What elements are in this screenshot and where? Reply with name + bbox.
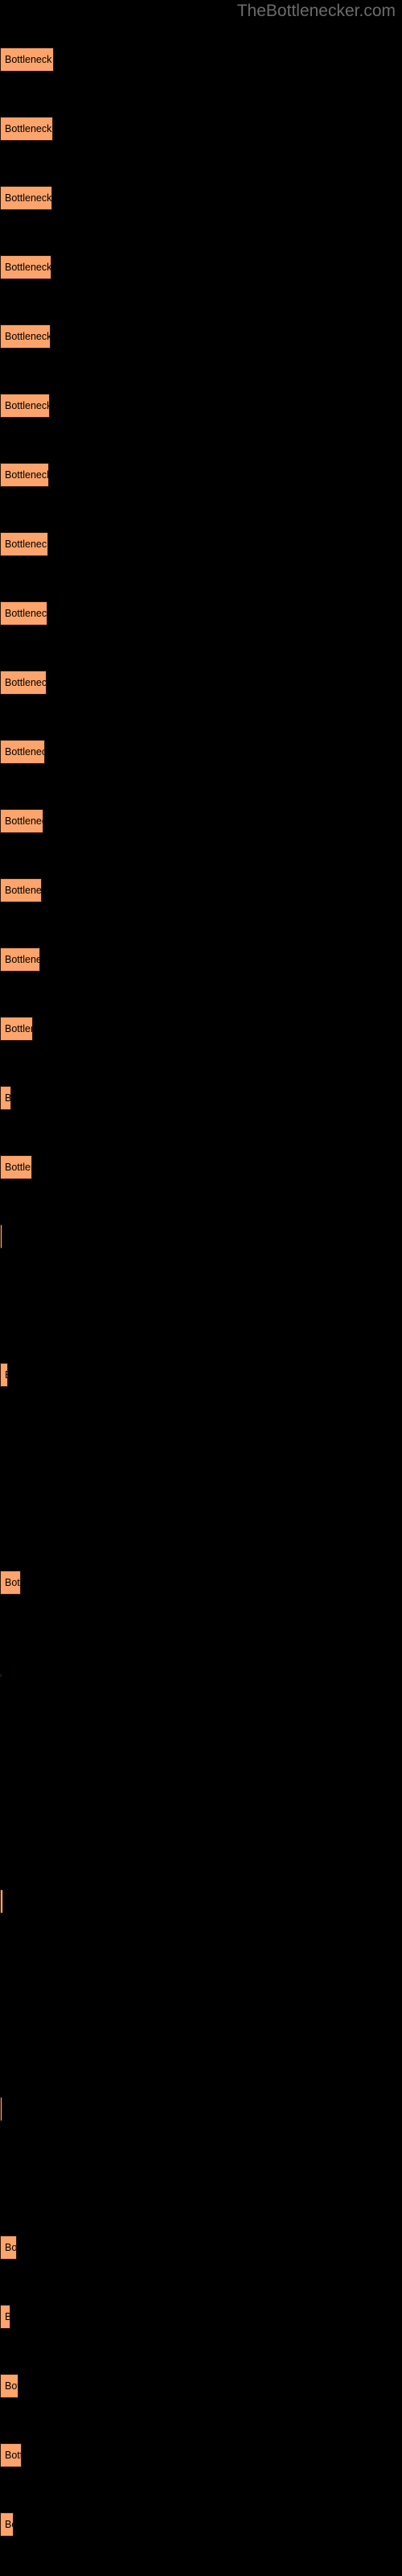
bar-17 (0, 1224, 2, 1249)
bar-15: Bottleneck result (0, 1086, 11, 1110)
bar-5: Bottleneck result (0, 394, 50, 418)
bar-label: Bottleneck result (5, 192, 52, 204)
bar-30 (0, 2097, 2, 2121)
bar-label: Bottleneck result (5, 2450, 21, 2461)
bar-label: Bottleneck result (5, 608, 47, 619)
bar-1: Bottleneck result (0, 117, 53, 141)
bar-8: Bottleneck result (0, 601, 47, 625)
bar-label: Bottleneck result (5, 815, 43, 827)
bar-label: Bottleneck result (5, 1092, 11, 1104)
bar-24 (0, 1674, 2, 1677)
bottleneck-bar-chart: TheBottlenecker.com Bottleneck resultBot… (0, 0, 402, 2576)
bar-label: Bottleneck result (5, 1577, 20, 1588)
bar-9: Bottleneck result (0, 671, 47, 695)
bar-label: Bottleneck result (5, 331, 51, 342)
bar-series: Bottleneck result Bottleneck result Bottle… (0, 0, 402, 2576)
bar-label: Bottleneck result (5, 400, 50, 411)
bar-14: Bottleneck result (0, 1017, 33, 1041)
bar-7: Bottleneck result (0, 532, 48, 556)
bar-27 (0, 1889, 3, 1913)
bar-6: Bottleneck result (0, 463, 49, 487)
bar-label: Bottleneck result (5, 54, 53, 65)
bar-label: Bottleneck result (5, 2380, 18, 2392)
bar-label: Bottleneck result (5, 1023, 32, 1034)
bar-4: Bottleneck result (0, 324, 51, 349)
bar-32: Bottleneck result (0, 2235, 17, 2260)
bar-label: Bottleneck result (5, 885, 42, 896)
bar-label: Bottleneck result (5, 1162, 31, 1173)
bar-label: Bottleneck result (5, 539, 48, 550)
bar-label: Bottleneck result (5, 1369, 7, 1381)
bar-label: Bottleneck result (5, 123, 52, 134)
bar-16: Bottleneck result (0, 1155, 32, 1179)
bar-22: Bottleneck result (0, 1571, 21, 1595)
bar-label: Bottleneck result (5, 469, 49, 481)
bar-2: Bottleneck result (0, 186, 52, 210)
bar-34: Bottleneck result (0, 2374, 18, 2398)
bar-label: Bottleneck result (5, 2311, 10, 2322)
bar-label: Bottleneck result (5, 262, 51, 273)
bar-35: Bottleneck result (0, 2443, 22, 2467)
bar-36: Bottleneck result (0, 2512, 14, 2537)
bar-0: Bottleneck result (0, 47, 54, 72)
bar-10: Bottleneck result (0, 740, 45, 764)
bar-11: Bottleneck result (0, 809, 43, 833)
bar-label: Bottleneck result (5, 2519, 13, 2530)
bar-label: Bottleneck result (5, 954, 39, 965)
bar-12: Bottleneck result (0, 878, 42, 902)
bar-label: Bottleneck result (5, 746, 44, 758)
bar-label: Bottleneck result (5, 677, 47, 688)
bar-19: Bottleneck result (0, 1363, 8, 1387)
bar-33: Bottleneck result (0, 2305, 10, 2329)
bar-13: Bottleneck result (0, 947, 40, 972)
bar-label: Bottleneck result (5, 2242, 17, 2253)
bar-3: Bottleneck result (0, 255, 51, 279)
